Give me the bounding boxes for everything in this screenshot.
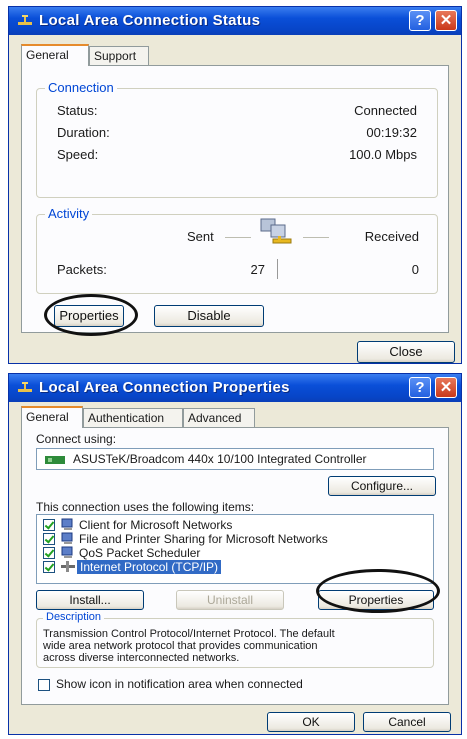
- description-group: Description Transmission Control Protoco…: [36, 611, 434, 668]
- item-label-selected: Internet Protocol (TCP/IP): [77, 560, 222, 574]
- packets-divider: [277, 259, 278, 279]
- activity-group: Activity Sent Received Packets: 27 0: [36, 206, 438, 294]
- status-window-title: Local Area Connection Status: [39, 12, 261, 29]
- cancel-button[interactable]: Cancel: [363, 712, 451, 732]
- description-text-3: across diverse interconnected networks.: [43, 652, 240, 664]
- item-checkbox[interactable]: [43, 547, 55, 559]
- close-icon[interactable]: ✕: [435, 377, 457, 398]
- connection-group-label: Connection: [45, 80, 117, 95]
- packets-sent-value: 27: [250, 262, 265, 277]
- description-group-label: Description: [43, 611, 105, 623]
- tab-general[interactable]: General: [21, 406, 83, 428]
- network-adapter-icon: [45, 456, 65, 464]
- status-label: Status:: [57, 103, 98, 118]
- duration-value: 00:19:32: [366, 125, 417, 140]
- show-icon-label: Show icon in notification area when conn…: [56, 677, 303, 691]
- show-icon-checkbox[interactable]: [38, 679, 50, 691]
- close-button[interactable]: Close: [357, 341, 455, 363]
- status-window: Local Area Connection Status ? ✕ General…: [8, 6, 462, 364]
- speed-label: Speed:: [57, 147, 99, 162]
- received-label: Received: [364, 229, 419, 244]
- description-text-2: wide area network protocol that provides…: [43, 640, 318, 652]
- properties-window: Local Area Connection Properties ? ✕ Gen…: [8, 373, 462, 735]
- qos-scheduler-icon: [61, 546, 73, 558]
- packets-received-value: 0: [411, 262, 419, 277]
- help-button[interactable]: ?: [409, 377, 431, 398]
- close-icon[interactable]: ✕: [435, 10, 457, 31]
- protocol-icon: [61, 561, 75, 572]
- status-titlebar[interactable]: Local Area Connection Status ? ✕: [9, 7, 461, 35]
- item-label: File and Printer Sharing for Microsoft N…: [79, 532, 328, 546]
- uninstall-button: Uninstall: [176, 590, 284, 610]
- help-button[interactable]: ?: [409, 10, 431, 31]
- connect-using-label: Connect using:: [36, 432, 117, 446]
- activity-group-label: Activity: [45, 206, 93, 221]
- received-line: [303, 237, 329, 238]
- properties-highlight-circle: [316, 569, 440, 613]
- item-checkbox[interactable]: [43, 533, 55, 545]
- adapter-box: ASUSTeK/Broadcom 440x 10/100 Integrated …: [36, 448, 434, 470]
- disable-button[interactable]: Disable: [154, 305, 264, 327]
- adapter-name: ASUSTeK/Broadcom 440x 10/100 Integrated …: [73, 452, 367, 466]
- configure-button[interactable]: Configure...: [328, 476, 436, 496]
- network-activity-icon: [260, 218, 292, 244]
- install-button[interactable]: Install...: [36, 590, 144, 610]
- sent-line: [225, 237, 251, 238]
- item-label: QoS Packet Scheduler: [79, 546, 201, 560]
- duration-label: Duration:: [57, 125, 110, 140]
- properties-general-panel: Connect using: ASUSTeK/Broadcom 440x 10/…: [21, 427, 449, 705]
- properties-titlebar[interactable]: Local Area Connection Properties ? ✕: [9, 374, 461, 402]
- network-client-icon: [61, 518, 73, 530]
- packets-label: Packets:: [57, 262, 107, 277]
- list-item[interactable]: File and Printer Sharing for Microsoft N…: [43, 532, 429, 546]
- tab-support[interactable]: Support: [89, 46, 149, 66]
- properties-highlight-circle: [44, 294, 138, 336]
- sent-label: Sent: [187, 229, 214, 244]
- description-text-1: Transmission Control Protocol/Internet P…: [43, 628, 335, 640]
- speed-value: 100.0 Mbps: [349, 147, 417, 162]
- tab-authentication[interactable]: Authentication: [83, 408, 183, 428]
- ok-button[interactable]: OK: [267, 712, 355, 732]
- list-item[interactable]: QoS Packet Scheduler: [43, 546, 429, 560]
- file-printer-sharing-icon: [61, 532, 73, 544]
- properties-window-title: Local Area Connection Properties: [39, 379, 290, 396]
- item-checkbox[interactable]: [43, 561, 55, 573]
- item-label: Client for Microsoft Networks: [79, 518, 233, 532]
- status-general-panel: Connection Status: Connected Duration: 0…: [21, 65, 449, 336]
- items-label: This connection uses the following items…: [36, 500, 255, 514]
- item-checkbox[interactable]: [43, 519, 55, 531]
- tab-advanced[interactable]: Advanced: [183, 408, 255, 428]
- network-connection-icon: [18, 382, 32, 392]
- status-value: Connected: [354, 103, 417, 118]
- network-connection-icon: [18, 15, 32, 25]
- connection-group: Connection Status: Connected Duration: 0…: [36, 80, 438, 198]
- tab-general[interactable]: General: [21, 44, 89, 66]
- list-item[interactable]: Client for Microsoft Networks: [43, 518, 429, 532]
